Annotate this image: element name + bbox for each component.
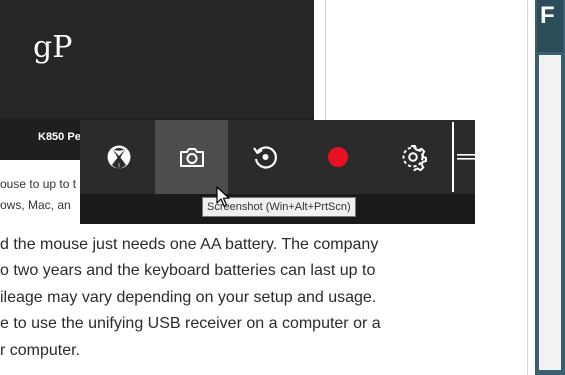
game-bar-toolbar — [80, 120, 475, 194]
divider — [527, 0, 528, 375]
xbox-icon — [107, 145, 130, 169]
site-logo: gP — [33, 30, 73, 65]
article-line: r computer. — [0, 342, 81, 359]
sidebar-strip: F — [535, 0, 565, 375]
divider — [325, 0, 326, 120]
record-last-button[interactable] — [228, 120, 301, 194]
record-icon — [327, 147, 348, 167]
screenshot-button[interactable] — [155, 120, 228, 194]
camera-icon — [179, 148, 204, 167]
bar-grip[interactable] — [456, 120, 475, 194]
record-last-icon — [252, 146, 277, 169]
grip-icon — [456, 154, 475, 160]
article-line: e to use the unifying USB receiver on a … — [0, 315, 381, 332]
sidebar-logo-box: F — [537, 0, 563, 52]
caption-fragment: ows, Mac, an — [0, 198, 71, 212]
article-line: ileage may vary depending on your setup … — [0, 289, 377, 306]
bar-separator — [452, 122, 454, 192]
settings-button[interactable] — [376, 120, 449, 194]
xbox-button[interactable] — [82, 120, 155, 194]
product-caption: K850 Pe — [38, 131, 81, 143]
gear-icon — [402, 145, 427, 171]
record-button[interactable] — [301, 120, 374, 194]
sidebar-logo-glyph: F — [540, 2, 555, 29]
article-line: o two years and the keyboard batteries c… — [0, 262, 376, 279]
sidebar-panel — [539, 55, 561, 370]
mouse-cursor-icon — [216, 186, 230, 207]
article-line: d the mouse just needs one AA battery. T… — [0, 236, 379, 253]
caption-fragment: ouse to up to t — [0, 177, 77, 191]
